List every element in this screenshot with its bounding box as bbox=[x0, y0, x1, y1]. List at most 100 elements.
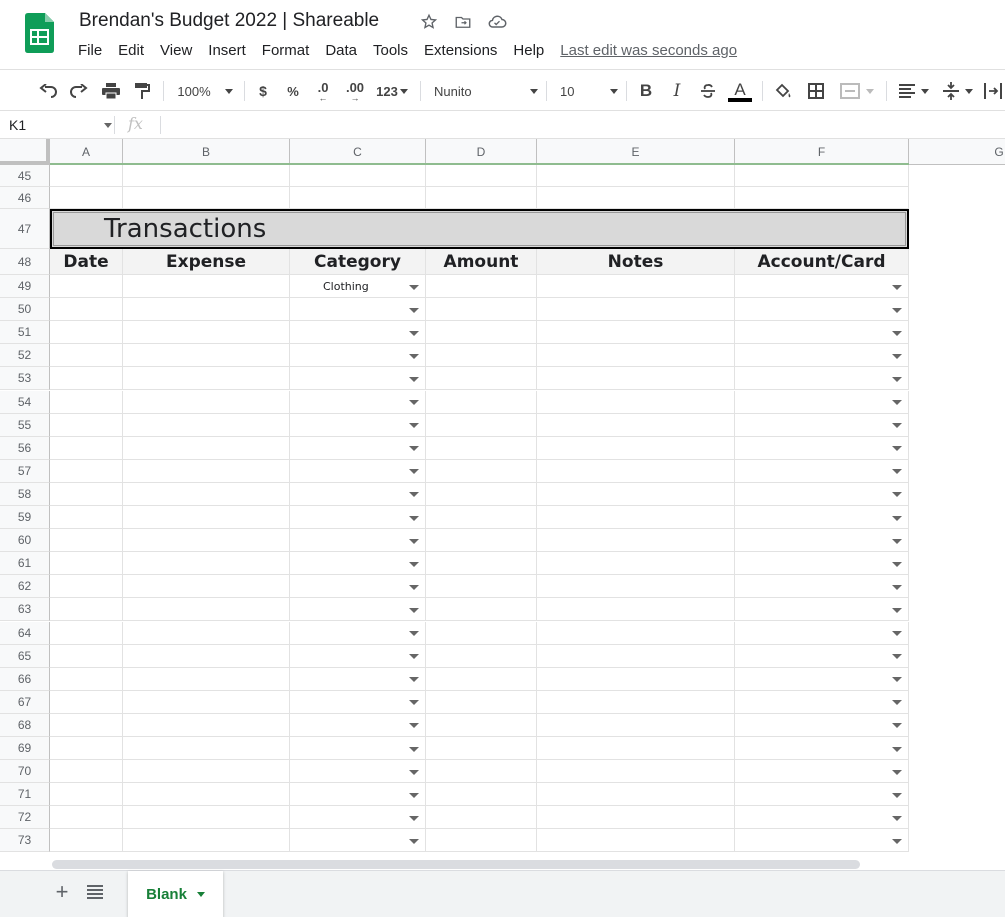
menu-help[interactable]: Help bbox=[505, 40, 552, 61]
cell-b49[interactable] bbox=[123, 275, 290, 299]
cell-d55[interactable] bbox=[426, 413, 537, 437]
dropdown-arrow-icon[interactable] bbox=[892, 631, 902, 637]
dropdown-arrow-icon[interactable] bbox=[409, 677, 419, 683]
cell-d69[interactable] bbox=[426, 737, 537, 761]
print-icon[interactable] bbox=[99, 78, 123, 104]
cell-d61[interactable] bbox=[426, 552, 537, 576]
dropdown-arrow-icon[interactable] bbox=[892, 561, 902, 567]
dropdown-arrow-icon[interactable] bbox=[409, 515, 419, 521]
cell-c45[interactable] bbox=[290, 165, 426, 187]
cell-a55[interactable] bbox=[50, 413, 123, 437]
dropdown-arrow-icon[interactable] bbox=[409, 376, 419, 382]
cell-d57[interactable] bbox=[426, 459, 537, 483]
horizontal-align-icon[interactable] bbox=[896, 78, 932, 104]
decrease-decimal-button[interactable]: .0 ← bbox=[311, 78, 335, 104]
cell-f67[interactable] bbox=[735, 690, 909, 714]
column-header-g[interactable]: G bbox=[909, 139, 1005, 165]
cell-a58[interactable] bbox=[50, 482, 123, 506]
dropdown-arrow-icon[interactable] bbox=[409, 330, 419, 336]
cell-b58[interactable] bbox=[123, 482, 290, 506]
cell-e72[interactable] bbox=[537, 806, 735, 830]
undo-icon[interactable] bbox=[36, 78, 60, 104]
cell-d60[interactable] bbox=[426, 529, 537, 553]
cell-f46[interactable] bbox=[735, 187, 909, 209]
cell-d58[interactable] bbox=[426, 482, 537, 506]
cell-a64[interactable] bbox=[50, 621, 123, 645]
dropdown-arrow-icon[interactable] bbox=[892, 353, 902, 359]
cell-b65[interactable] bbox=[123, 644, 290, 668]
dropdown-arrow-icon[interactable] bbox=[892, 307, 902, 313]
cell-c64[interactable] bbox=[290, 621, 426, 645]
cell-a54[interactable] bbox=[50, 390, 123, 414]
dropdown-arrow-icon[interactable] bbox=[892, 446, 902, 452]
cell-d45[interactable] bbox=[426, 165, 537, 187]
cell-f60[interactable] bbox=[735, 529, 909, 553]
cell-d67[interactable] bbox=[426, 690, 537, 714]
dropdown-arrow-icon[interactable] bbox=[892, 792, 902, 798]
cell-f59[interactable] bbox=[735, 506, 909, 530]
cell-f55[interactable] bbox=[735, 413, 909, 437]
cell-e68[interactable] bbox=[537, 713, 735, 737]
column-header-b[interactable]: B bbox=[123, 139, 290, 165]
dropdown-arrow-icon[interactable] bbox=[409, 353, 419, 359]
cell-c49[interactable]: Clothing bbox=[290, 275, 426, 299]
row-header-69[interactable]: 69 bbox=[0, 737, 50, 761]
font-family-select[interactable]: Nunito bbox=[434, 78, 538, 104]
dropdown-arrow-icon[interactable] bbox=[892, 376, 902, 382]
dropdown-arrow-icon[interactable] bbox=[409, 654, 419, 660]
transactions-banner[interactable]: Transactions bbox=[50, 209, 909, 249]
cell-b66[interactable] bbox=[123, 667, 290, 691]
cell-f68[interactable] bbox=[735, 713, 909, 737]
cell-b62[interactable] bbox=[123, 575, 290, 599]
cell-e46[interactable] bbox=[537, 187, 735, 209]
cell-d53[interactable] bbox=[426, 367, 537, 391]
horizontal-scrollbar[interactable] bbox=[52, 860, 860, 869]
header-expense[interactable]: Expense bbox=[123, 249, 290, 275]
dropdown-arrow-icon[interactable] bbox=[892, 654, 902, 660]
row-header-56[interactable]: 56 bbox=[0, 436, 50, 460]
menu-extensions[interactable]: Extensions bbox=[416, 40, 505, 61]
cell-a46[interactable] bbox=[50, 187, 123, 209]
menu-file[interactable]: File bbox=[70, 40, 110, 61]
cell-e62[interactable] bbox=[537, 575, 735, 599]
dropdown-arrow-icon[interactable] bbox=[892, 677, 902, 683]
name-box-dropdown-icon[interactable] bbox=[104, 123, 112, 128]
cell-c67[interactable] bbox=[290, 690, 426, 714]
cell-d52[interactable] bbox=[426, 344, 537, 368]
cell-f57[interactable] bbox=[735, 459, 909, 483]
cell-b73[interactable] bbox=[123, 829, 290, 853]
cell-b72[interactable] bbox=[123, 806, 290, 830]
row-header-71[interactable]: 71 bbox=[0, 783, 50, 807]
row-header-53[interactable]: 53 bbox=[0, 367, 50, 391]
dropdown-arrow-icon[interactable] bbox=[892, 838, 902, 844]
all-sheets-list-icon[interactable] bbox=[87, 885, 103, 899]
row-header-72[interactable]: 72 bbox=[0, 806, 50, 830]
dropdown-arrow-icon[interactable] bbox=[892, 400, 902, 406]
dropdown-arrow-icon[interactable] bbox=[892, 815, 902, 821]
dropdown-arrow-icon[interactable] bbox=[409, 746, 419, 752]
last-edit-link[interactable]: Last edit was seconds ago bbox=[560, 42, 737, 59]
dropdown-arrow-icon[interactable] bbox=[409, 769, 419, 775]
cell-d72[interactable] bbox=[426, 806, 537, 830]
sheet-tab-blank[interactable]: Blank bbox=[128, 871, 223, 917]
row-header-55[interactable]: 55 bbox=[0, 413, 50, 437]
cell-b61[interactable] bbox=[123, 552, 290, 576]
dropdown-arrow-icon[interactable] bbox=[892, 423, 902, 429]
cell-f56[interactable] bbox=[735, 436, 909, 460]
header-account-card[interactable]: Account/Card bbox=[735, 249, 909, 275]
dropdown-arrow-icon[interactable] bbox=[409, 815, 419, 821]
sheet-grid[interactable]: A B C D E F G 45 46 47 Transactions 48 Date Expense Ca… bbox=[0, 139, 1005, 870]
sheet-tab-menu-icon[interactable] bbox=[196, 892, 205, 897]
cell-e61[interactable] bbox=[537, 552, 735, 576]
dropdown-arrow-icon[interactable] bbox=[409, 307, 419, 313]
cell-e51[interactable] bbox=[537, 321, 735, 345]
cell-e70[interactable] bbox=[537, 760, 735, 784]
menu-tools[interactable]: Tools bbox=[365, 40, 416, 61]
cell-a56[interactable] bbox=[50, 436, 123, 460]
cloud-status-icon[interactable] bbox=[486, 11, 508, 33]
cell-a66[interactable] bbox=[50, 667, 123, 691]
cell-b52[interactable] bbox=[123, 344, 290, 368]
cell-b60[interactable] bbox=[123, 529, 290, 553]
move-folder-icon[interactable] bbox=[452, 11, 474, 33]
dropdown-arrow-icon[interactable] bbox=[892, 492, 902, 498]
